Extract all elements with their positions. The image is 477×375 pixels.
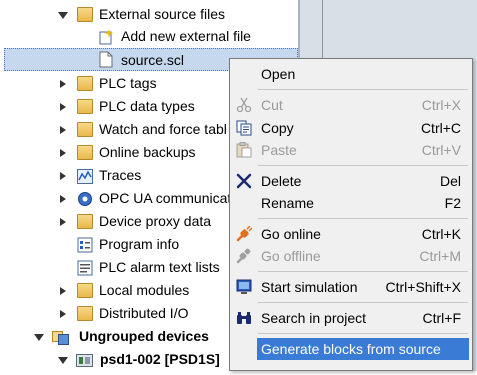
- chevron-right-icon[interactable]: [60, 126, 66, 134]
- chevron-right-icon[interactable]: [60, 172, 66, 180]
- ungrouped-devices-icon: [52, 329, 69, 345]
- go-online-icon: [236, 225, 253, 242]
- menu-item-label: Open: [261, 66, 296, 82]
- chevron-down-icon[interactable]: [34, 334, 44, 341]
- menu-item-shortcut: Ctrl+X: [421, 97, 461, 113]
- folder-icon: [77, 214, 93, 229]
- menu-item-start-simulation[interactable]: Start simulation Ctrl+Shift+X: [231, 276, 471, 298]
- opc-ua-icon: [77, 191, 93, 206]
- menu-item-shortcut: Ctrl+C: [420, 120, 461, 136]
- menu-item-label: Generate blocks from source: [261, 341, 441, 357]
- menu-item-label: Go online: [261, 226, 321, 242]
- copy-icon: [236, 120, 252, 136]
- tree-item-label: PLC data types: [99, 98, 195, 114]
- scissors-icon: [236, 97, 252, 113]
- menu-item-label: Start simulation: [261, 279, 358, 295]
- menu-item-shortcut: Ctrl+K: [421, 226, 461, 242]
- menu-item-label: Delete: [261, 173, 302, 189]
- menu-item-generate-blocks-from-source[interactable]: Generate blocks from source: [257, 338, 469, 360]
- tree-item-label: Distributed I/O: [99, 305, 189, 321]
- menu-item-delete[interactable]: Delete Del: [231, 170, 471, 192]
- tree-item-label: Traces: [99, 167, 142, 183]
- data-types-icon: [77, 99, 93, 114]
- menu-item-rename[interactable]: Rename F2: [231, 192, 471, 214]
- menu-item-label: Rename: [261, 195, 314, 211]
- menu-item-paste[interactable]: Paste Ctrl+V: [231, 139, 471, 161]
- tree-item-label: source.scl: [121, 52, 185, 68]
- menu-item-open[interactable]: Open: [231, 63, 471, 85]
- plc-tags-icon: [77, 76, 93, 91]
- menu-item-label: Go offline: [261, 248, 321, 264]
- tree-item-label: External source files: [99, 6, 226, 22]
- tree-item-add-new-external-file[interactable]: Add new external file: [0, 25, 298, 48]
- menu-item-shortcut: F2: [444, 195, 461, 211]
- chevron-right-icon[interactable]: [60, 103, 66, 111]
- chevron-right-icon[interactable]: [60, 149, 66, 157]
- menu-item-search-in-project[interactable]: Search in project Ctrl+F: [231, 307, 471, 329]
- simulation-icon: [236, 279, 252, 295]
- paste-icon: [236, 142, 252, 158]
- alarm-text-icon: [77, 260, 93, 276]
- tree-item-label: Watch and force tabl: [99, 121, 227, 137]
- chevron-right-icon[interactable]: [60, 287, 66, 295]
- menu-item-shortcut: Ctrl+Shift+X: [385, 279, 461, 295]
- menu-separator: [258, 165, 468, 166]
- menu-separator: [258, 271, 468, 272]
- chevron-down-icon[interactable]: [58, 12, 68, 19]
- chevron-right-icon[interactable]: [60, 218, 66, 226]
- menu-item-label: Copy: [261, 120, 294, 136]
- go-offline-icon: [236, 248, 252, 264]
- folder-icon: [77, 283, 93, 298]
- menu-item-shortcut: Ctrl+M: [419, 248, 461, 264]
- menu-item-cut[interactable]: Cut Ctrl+X: [231, 94, 471, 116]
- tree-item-label: Add new external file: [121, 28, 251, 44]
- tree-item-label: Ungrouped devices: [79, 328, 209, 344]
- menu-item-label: Search in project: [261, 310, 367, 326]
- folder-icon: [77, 306, 93, 321]
- context-menu: Open Cut Ctrl+X Copy Ctrl+C Paste Ctrl+V…: [229, 58, 473, 371]
- tree-item-label: Local modules: [99, 282, 190, 298]
- menu-item-shortcut: Del: [439, 173, 461, 189]
- menu-item-shortcut: Ctrl+V: [421, 142, 461, 158]
- file-icon: [99, 51, 115, 68]
- chevron-right-icon[interactable]: [60, 310, 66, 318]
- tree-item-label: Online backups: [99, 144, 196, 160]
- panel-separator-line: [322, 0, 323, 60]
- menu-separator: [258, 218, 468, 219]
- folder-icon: [77, 145, 93, 160]
- tree-item-label: OPC UA communicat: [99, 190, 232, 206]
- tree-item-label: Program info: [99, 236, 180, 252]
- tree-item-label: PLC alarm text lists: [99, 259, 220, 275]
- menu-item-copy[interactable]: Copy Ctrl+C: [231, 117, 471, 139]
- menu-item-label: Cut: [261, 97, 283, 113]
- tree-item-label: PLC tags: [99, 75, 157, 91]
- tree-item-external-source-files[interactable]: External source files: [0, 3, 298, 26]
- chevron-down-icon[interactable]: [58, 357, 68, 364]
- menu-separator: [258, 333, 468, 334]
- watch-table-icon: [77, 122, 93, 137]
- tree-item-label: psd1-002 [PSD1S]: [100, 351, 220, 367]
- menu-separator: [258, 89, 468, 90]
- chevron-right-icon[interactable]: [60, 80, 66, 88]
- menu-item-go-offline[interactable]: Go offline Ctrl+M: [231, 245, 471, 267]
- binoculars-icon: [236, 310, 252, 326]
- program-info-icon: [77, 237, 93, 253]
- menu-item-shortcut: Ctrl+F: [422, 310, 462, 326]
- folder-icon: [77, 7, 93, 22]
- menu-item-go-online[interactable]: Go online Ctrl+K: [231, 223, 471, 245]
- menu-separator: [258, 302, 468, 303]
- device-icon: [76, 352, 93, 367]
- menu-item-label: Paste: [261, 142, 297, 158]
- traces-icon: [77, 168, 93, 184]
- delete-x-icon: [236, 173, 252, 189]
- chevron-right-icon[interactable]: [60, 195, 66, 203]
- tree-item-label: Device proxy data: [99, 213, 212, 229]
- add-file-icon: [98, 29, 114, 45]
